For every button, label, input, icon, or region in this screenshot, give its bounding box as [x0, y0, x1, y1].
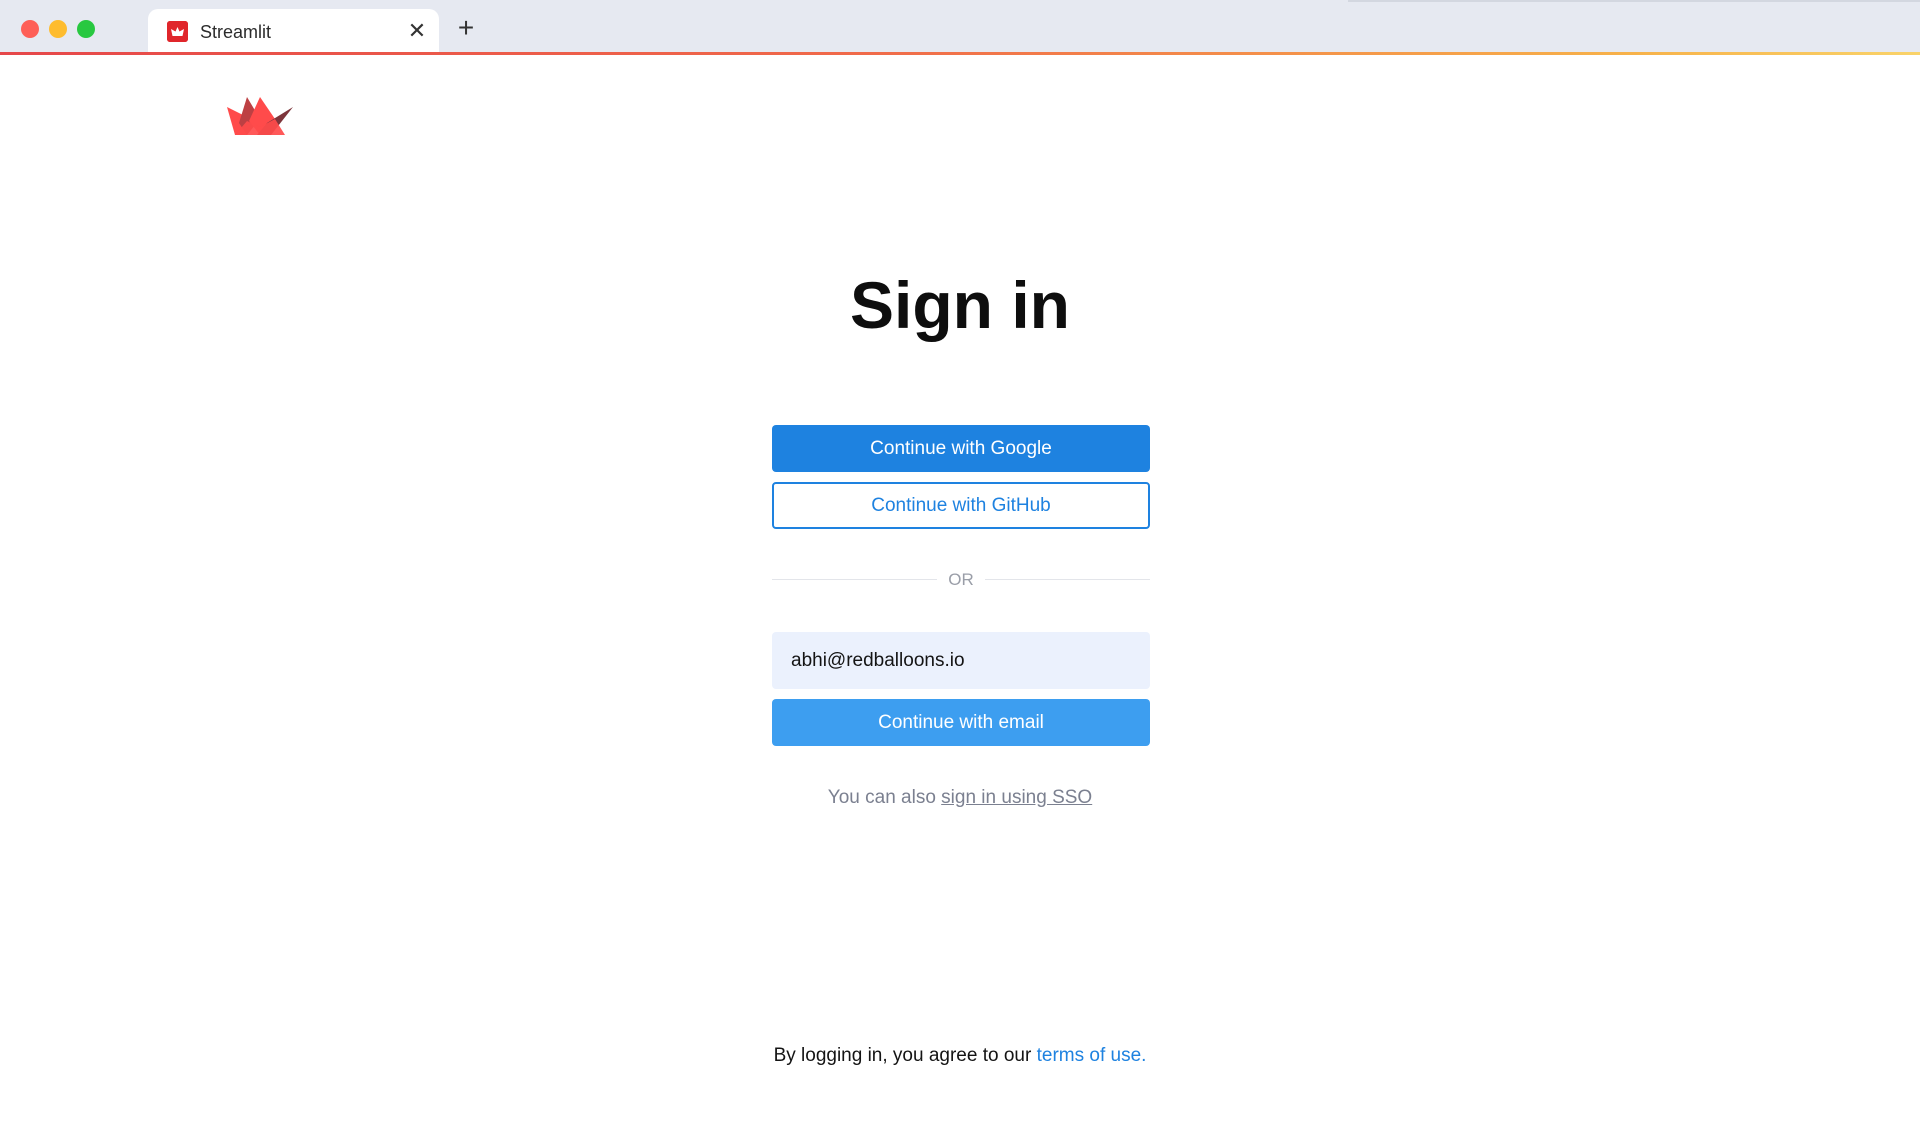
- or-divider: OR: [772, 568, 1150, 592]
- divider-text: OR: [948, 570, 974, 589]
- tab-title: Streamlit: [200, 22, 272, 42]
- terms-prefix: By logging in, you agree to our: [773, 1045, 1037, 1066]
- sso-prefix: You can also: [827, 787, 942, 808]
- tab-close-icon[interactable]: ✕: [406, 20, 428, 42]
- page-title: Sign in: [850, 268, 1070, 342]
- sso-text: You can also sign in using SSO: [0, 786, 1920, 810]
- continue-with-google-button[interactable]: Continue with Google: [772, 425, 1150, 472]
- titlebar-shade: [1348, 0, 1920, 2]
- sso-link[interactable]: sign in using SSO: [941, 787, 1092, 808]
- continue-with-github-button[interactable]: Continue with GitHub: [772, 482, 1150, 529]
- terms-of-use-link[interactable]: terms of use.: [1037, 1045, 1147, 1066]
- divider-line-right: [985, 579, 1150, 580]
- window-close-dot[interactable]: [21, 20, 39, 38]
- window-maximize-dot[interactable]: [77, 20, 95, 38]
- progress-gradient-line: [0, 52, 1920, 55]
- email-input[interactable]: [772, 632, 1150, 689]
- streamlit-logo-icon[interactable]: [227, 97, 293, 135]
- browser-tab[interactable]: Streamlit ✕: [148, 9, 439, 53]
- terms-text: By logging in, you agree to our terms of…: [0, 1044, 1920, 1068]
- browser-titlebar: Streamlit ✕ +: [0, 0, 1920, 54]
- streamlit-favicon-icon: [167, 21, 188, 42]
- continue-with-email-button[interactable]: Continue with email: [772, 699, 1150, 746]
- divider-line-left: [772, 579, 937, 580]
- window-minimize-dot[interactable]: [49, 20, 67, 38]
- new-tab-icon[interactable]: +: [454, 14, 478, 42]
